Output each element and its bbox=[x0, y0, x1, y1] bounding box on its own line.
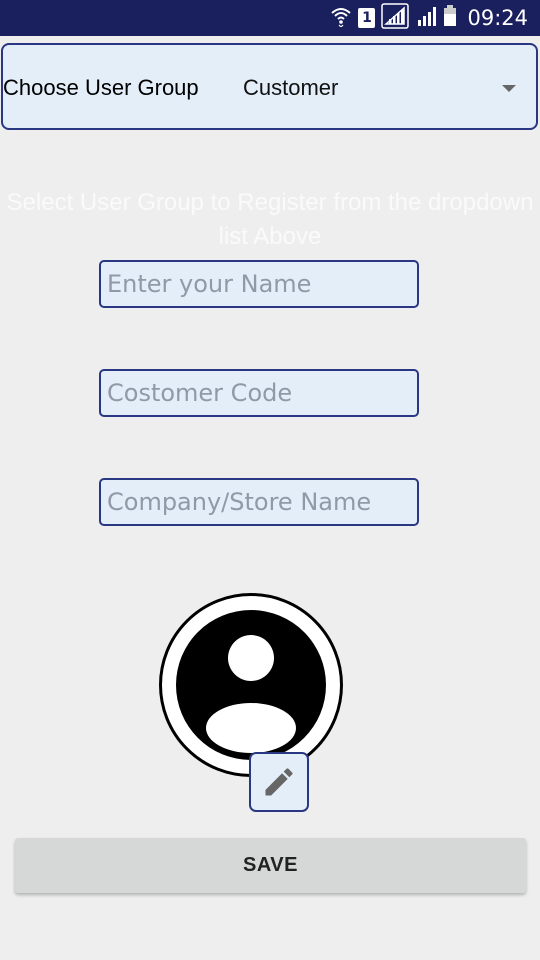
signal-icon-2 bbox=[415, 5, 437, 31]
pencil-icon bbox=[265, 768, 293, 796]
status-icons: 1 09:24 bbox=[330, 0, 528, 36]
account-circle-icon bbox=[176, 610, 326, 760]
battery-icon bbox=[443, 5, 457, 31]
name-input[interactable] bbox=[99, 260, 419, 308]
sim-1-icon: 1 bbox=[358, 8, 376, 28]
company-name-input[interactable] bbox=[99, 478, 419, 526]
avatar bbox=[159, 593, 343, 777]
clock: 09:24 bbox=[467, 6, 528, 30]
wifi-icon bbox=[330, 5, 352, 31]
user-group-label: Choose User Group bbox=[3, 75, 199, 100]
save-button[interactable]: SAVE bbox=[15, 838, 526, 893]
customer-code-input[interactable] bbox=[99, 369, 419, 417]
hint-text: Select User Group to Register from the d… bbox=[6, 189, 534, 250]
dropdown-arrow-icon[interactable] bbox=[502, 85, 516, 92]
user-group-spinner[interactable]: Choose User Group Customer bbox=[1, 43, 538, 130]
signal-icon bbox=[381, 3, 410, 33]
status-bar: 1 09:24 bbox=[0, 0, 540, 36]
user-group-selected[interactable]: Customer bbox=[243, 45, 338, 132]
edit-photo-button[interactable] bbox=[249, 752, 309, 812]
